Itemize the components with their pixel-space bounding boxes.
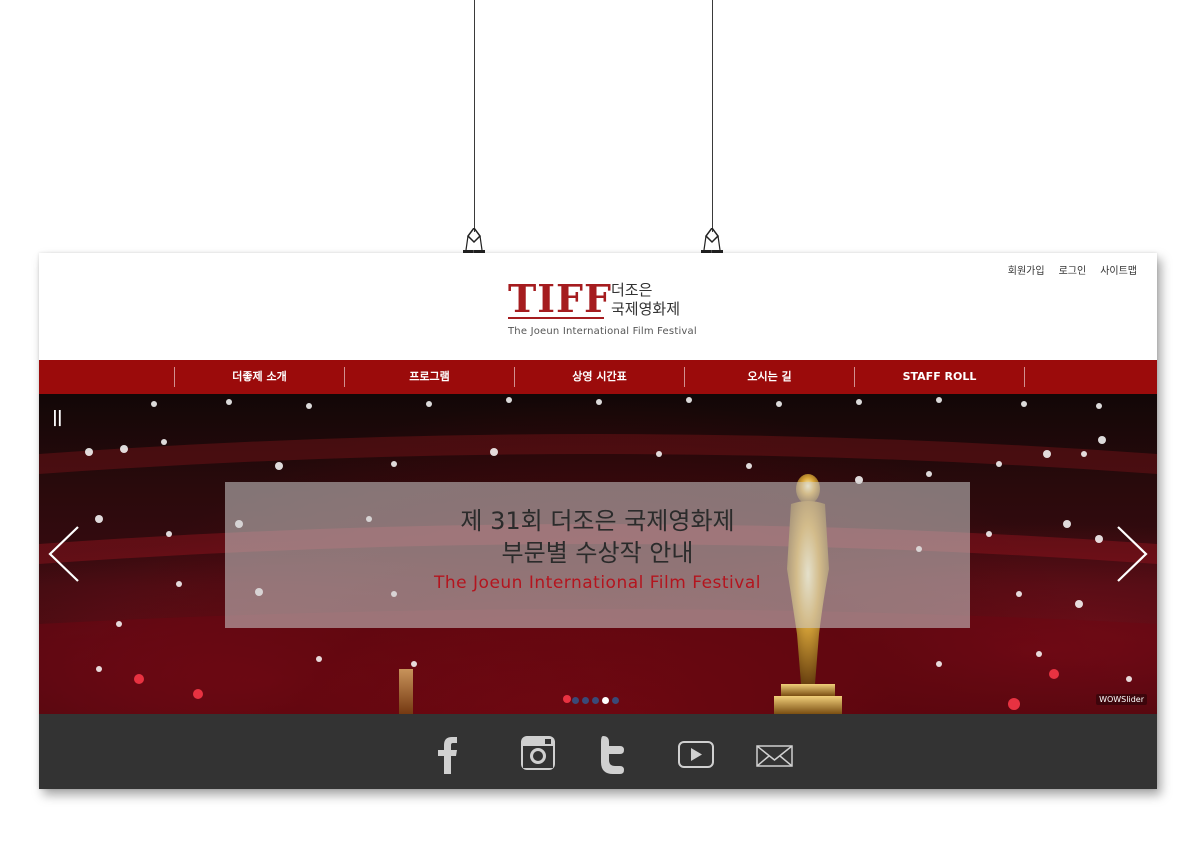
login-link[interactable]: 로그인 [1059,262,1087,277]
prev-arrow-icon[interactable] [44,524,84,584]
facebook-icon[interactable] [424,734,502,774]
pause-button[interactable]: || [52,407,63,426]
slide-bullet-3[interactable] [592,697,599,704]
logo-underline [508,317,604,319]
hanging-string-left [474,0,475,232]
nav-item-program[interactable]: 프로그램 [344,367,514,387]
mail-icon[interactable] [736,734,814,774]
next-arrow-icon[interactable] [1112,524,1152,584]
slide-bullet-5[interactable] [612,697,619,704]
slide-caption: 제 31회 더조은 국제영화제 부문별 수상작 안내 The Joeun Int… [225,482,970,628]
slider-watermark: WOWSlider [1096,694,1147,705]
caption-festival-name: The Joeun International Film Festival [434,573,761,593]
logo-korean-name: 더조은 국제영화제 [611,281,680,319]
nav-item-directions[interactable]: 오시는 길 [684,367,854,387]
logo-ko-line2: 국제영화제 [611,300,681,318]
site-logo[interactable]: TIFF 더조은 국제영화제 The Joeun International F… [508,279,708,341]
nav-item-about[interactable]: 더좋제 소개 [174,367,344,387]
social-links [424,734,814,774]
join-link[interactable]: 회원가입 [1008,262,1045,277]
logo-mark: TIFF [508,276,613,321]
nav-item-schedule[interactable]: 상영 시간표 [514,367,684,387]
slide-bullet-2[interactable] [582,697,589,704]
main-nav: 더좋제 소개 프로그램 상영 시간표 오시는 길 STAFF ROLL [39,360,1157,394]
caption-subtitle: 부문별 수상작 안내 [501,539,694,567]
logo-english-name: The Joeun International Film Festival [508,326,697,337]
page-card: 회원가입 로그인 사이트맵 TIFF 더조은 국제영화제 The Joeun I… [39,253,1157,789]
slide-bullets [572,697,619,704]
logo-ko-line1: 더조은 [611,281,653,299]
footer [39,714,1157,789]
slide-bullet-4[interactable] [602,697,609,704]
instagram-icon[interactable] [502,734,580,774]
slide-bullet-1[interactable] [572,697,579,704]
youtube-icon[interactable] [658,734,736,774]
hero-slider: || 제 31회 더조은 국제영화제 부문별 수상작 안내 The Joeun … [39,394,1157,714]
utility-nav: 회원가입 로그인 사이트맵 [1008,262,1137,277]
sitemap-link[interactable]: 사이트맵 [1100,262,1137,277]
nav-item-staff-roll[interactable]: STAFF ROLL [854,367,1025,387]
hanging-string-right [712,0,713,232]
caption-title: 제 31회 더조은 국제영화제 [460,507,735,535]
twitter-icon[interactable] [580,734,658,774]
